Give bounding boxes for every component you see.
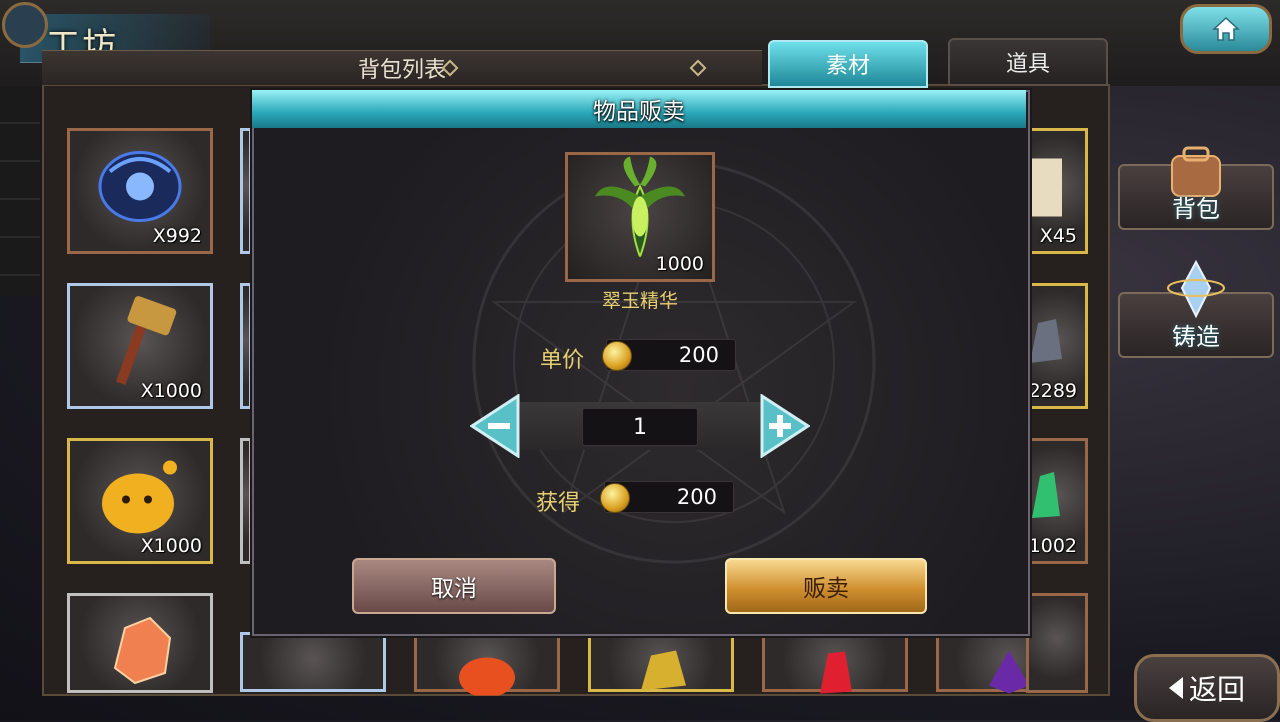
coin-icon (602, 341, 632, 371)
tool-rack (0, 86, 40, 296)
inventory-slot[interactable]: X992 (67, 128, 213, 254)
back-button[interactable]: 返回 (1134, 654, 1280, 722)
coin-icon (600, 483, 630, 513)
home-icon (1212, 16, 1240, 41)
forge-icon (1167, 259, 1225, 319)
cancel-button[interactable]: 取消 (352, 558, 556, 614)
plus-icon (777, 415, 783, 437)
tab-materials[interactable]: 素材 (768, 40, 928, 88)
inventory-slot[interactable] (588, 632, 734, 692)
orange-slime-icon (459, 657, 515, 696)
increase-button[interactable] (760, 394, 810, 458)
inventory-slot[interactable]: X1000 (67, 283, 213, 409)
dialog-title: 物品贩卖 (593, 99, 685, 125)
list-title: 背包列表 (357, 58, 446, 83)
back-label: 返回 (1188, 673, 1245, 706)
quantity-input[interactable]: 1 (582, 408, 698, 446)
scroll-icon (1027, 158, 1062, 217)
dark-crystal-icon (1029, 319, 1062, 363)
backpack-button[interactable]: 背包 (1118, 146, 1274, 230)
slot-count: 1002 (1028, 535, 1077, 557)
slot-count: X992 (152, 225, 202, 247)
item-slot: 1000 (565, 152, 715, 282)
slot-count: 2289 (1028, 380, 1077, 402)
inventory-slot[interactable] (240, 632, 386, 692)
inventory-slot[interactable] (240, 128, 252, 254)
inventory-slot[interactable] (762, 632, 908, 694)
dialog-title-bar: 物品贩卖 (252, 90, 1026, 128)
back-arrow-icon (1168, 677, 1183, 699)
item-count: 1000 (655, 253, 704, 275)
tab-items[interactable]: 道具 (948, 38, 1108, 86)
home-button[interactable] (1180, 4, 1272, 54)
backpack-label: 背包 (1172, 195, 1220, 223)
forge-label: 铸造 (1172, 323, 1220, 351)
red-crystal-icon (820, 651, 852, 694)
slot-count: X1000 (140, 380, 202, 402)
inventory-slot[interactable]: X1000 (67, 438, 213, 564)
hammer-icon (116, 296, 177, 385)
sell-button[interactable]: 贩卖 (725, 558, 927, 614)
orange-crystal-icon (113, 617, 172, 685)
green-crystal-icon (1031, 472, 1060, 518)
unit-price-label: 单价 (540, 348, 585, 373)
slot-count: X1000 (140, 535, 202, 557)
jade-essence-icon (595, 156, 685, 257)
inventory-slot[interactable] (67, 593, 213, 693)
forge-button[interactable]: 铸造 (1118, 259, 1274, 358)
gold-crystal-icon (641, 650, 686, 691)
minus-icon (488, 423, 510, 429)
inventory-slot[interactable] (240, 438, 252, 564)
inventory-slot[interactable]: 1002 (1026, 438, 1088, 564)
earn-label: 获得 (536, 491, 581, 516)
inventory-slot[interactable] (240, 283, 252, 409)
item-name: 翠玉精华 (601, 290, 678, 312)
gear-icon (2, 2, 48, 48)
inventory-slot[interactable] (414, 632, 560, 696)
inventory-slot[interactable]: 2289 (1026, 283, 1088, 409)
list-header: 背包列表 (42, 50, 762, 85)
slot-count: X45 (1039, 225, 1077, 247)
blue-orb-icon (98, 151, 182, 222)
decrease-button[interactable] (470, 394, 520, 458)
inventory-slot[interactable]: X45 (1026, 128, 1088, 254)
yellow-slime-icon (102, 460, 177, 534)
inventory-slot[interactable] (1026, 593, 1088, 693)
